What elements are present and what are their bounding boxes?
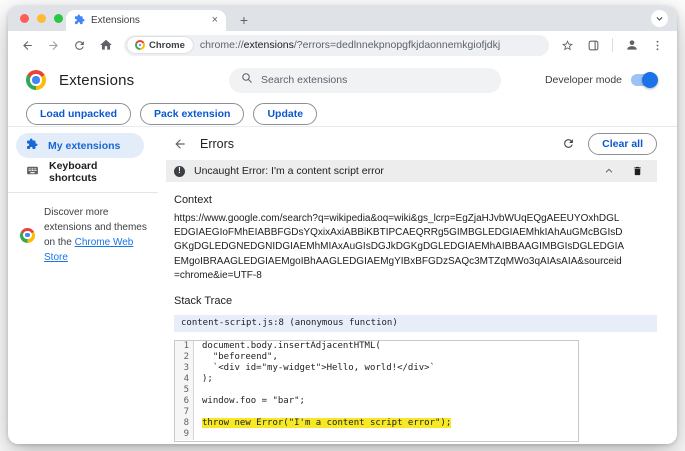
code-line: 3 `<div id="my-widget">Hello, world!</di…	[175, 362, 578, 374]
profile-avatar-icon[interactable]	[624, 38, 639, 53]
code-line: 9	[175, 428, 578, 440]
refresh-icon[interactable]	[562, 137, 575, 150]
url-text: chrome://extensions/?errors=dedlnnekpnop…	[199, 39, 501, 51]
side-panel-icon[interactable]	[586, 38, 601, 53]
tab-extensions[interactable]: Extensions ×	[66, 10, 226, 31]
developer-mode-label: Developer mode	[544, 74, 622, 86]
minimize-window-button[interactable]	[37, 14, 46, 23]
menu-kebab-icon[interactable]	[650, 38, 665, 53]
chrome-logo-icon	[26, 70, 46, 90]
sidebar: My extensions Keyboard shortcuts Discove…	[8, 127, 158, 443]
errors-header: Errors Clear all	[166, 131, 657, 156]
reload-icon[interactable]	[72, 38, 87, 53]
zoom-window-button[interactable]	[54, 14, 63, 23]
context-label: Context	[174, 194, 212, 206]
extensions-page-header: Extensions Developer mode	[8, 59, 677, 101]
error-icon: !	[174, 165, 185, 177]
pack-extension-button[interactable]: Pack extension	[140, 102, 245, 125]
stack-trace-label: Stack Trace	[174, 294, 233, 307]
window-controls	[20, 14, 63, 23]
sidebar-item-label: Keyboard shortcuts	[49, 159, 98, 184]
close-tab-icon[interactable]: ×	[212, 15, 218, 26]
tab-title: Extensions	[91, 15, 140, 26]
code-line: 7	[175, 406, 578, 418]
stack-frame[interactable]: content-script.js:8 (anonymous function)	[174, 314, 657, 332]
code-line: 2 "beforeend",	[175, 351, 578, 363]
url-bar[interactable]: Chrome chrome://extensions/?errors=dedln…	[124, 34, 549, 56]
trash-icon[interactable]	[632, 165, 643, 177]
error-card: ! Uncaught Error: I'm a content script e…	[166, 160, 657, 444]
tab-search-chevron-icon[interactable]	[651, 10, 668, 27]
back-arrow-icon[interactable]	[173, 137, 187, 151]
code-line-highlighted: 8 throw new Error("I'm a content script e…	[175, 417, 578, 429]
context-url: https://www.google.com/search?q=wikipedi…	[174, 213, 625, 281]
error-detail-body: Context https://www.google.com/search?q=…	[166, 194, 657, 442]
error-row-expanded[interactable]: ! Uncaught Error: I'm a content script e…	[166, 160, 657, 182]
extension-puzzle-icon	[26, 138, 38, 153]
chip-label: Chrome	[149, 39, 185, 51]
toolbar-divider	[612, 38, 613, 52]
search-extensions-box[interactable]	[228, 67, 501, 93]
toggle-knob	[642, 72, 658, 88]
page-title: Extensions	[59, 71, 135, 89]
keyboard-icon	[26, 164, 39, 180]
close-window-button[interactable]	[20, 14, 29, 23]
extension-puzzle-favicon-icon	[74, 12, 85, 30]
page-content: My extensions Keyboard shortcuts Discove…	[8, 127, 677, 443]
search-icon	[241, 71, 253, 89]
chrome-web-store-icon	[20, 227, 35, 243]
browser-toolbar: Chrome chrome://extensions/?errors=dedln…	[8, 31, 677, 59]
code-line: 4);	[175, 373, 578, 385]
error-title: Uncaught Error: I'm a content script err…	[194, 165, 384, 177]
developer-mode-toggle[interactable]	[631, 72, 658, 88]
load-unpacked-button[interactable]: Load unpacked	[26, 102, 132, 125]
forward-icon[interactable]	[46, 38, 61, 53]
browser-window: Extensions × + Chrome chrome://extension…	[8, 6, 677, 444]
chevron-up-icon[interactable]	[604, 166, 614, 176]
code-line: 5	[175, 384, 578, 396]
chrome-site-chip[interactable]: Chrome	[127, 37, 193, 53]
code-line: 6 window.foo = "bar";	[175, 395, 578, 407]
tab-strip: Extensions × +	[8, 6, 677, 31]
errors-panel: Errors Clear all ! Uncaught Error: I'm a…	[158, 127, 677, 443]
discover-text: Discover more extensions and themes on t…	[44, 207, 147, 263]
code-line: 1 document.body.insertAdjacentHTML(	[175, 340, 578, 352]
developer-actions-row: Load unpacked Pack extension Update	[8, 101, 677, 127]
desktop: Extensions × + Chrome chrome://extension…	[0, 0, 685, 451]
developer-mode-control: Developer mode	[544, 72, 658, 88]
search-input[interactable]	[260, 74, 489, 86]
sidebar-item-keyboard-shortcuts[interactable]: Keyboard shortcuts	[16, 159, 144, 184]
home-icon[interactable]	[98, 38, 113, 53]
sidebar-divider	[8, 192, 158, 193]
sidebar-item-label: My extensions	[48, 139, 121, 152]
chrome-logo-icon	[135, 40, 145, 50]
code-viewer: 1 document.body.insertAdjacentHTML( 2 "be…	[174, 339, 579, 442]
sidebar-item-my-extensions[interactable]: My extensions	[16, 133, 144, 158]
discover-webstore-block: Discover more extensions and themes on t…	[8, 201, 158, 265]
update-button[interactable]: Update	[253, 102, 318, 125]
errors-title: Errors	[200, 136, 235, 151]
bookmark-star-icon[interactable]	[560, 38, 575, 53]
new-tab-button[interactable]: +	[235, 11, 253, 29]
clear-all-button[interactable]: Clear all	[588, 132, 657, 155]
back-icon[interactable]	[20, 38, 35, 53]
